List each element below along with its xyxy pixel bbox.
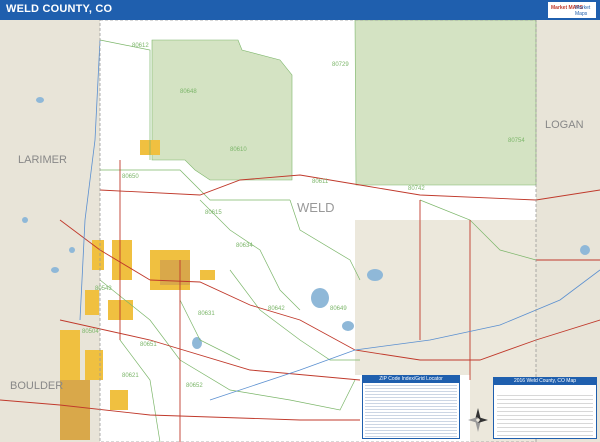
zip-label: 80754 <box>508 138 525 144</box>
zip-index-rows <box>365 385 457 437</box>
map-legend: 2016 Weld County, CO Map <box>493 377 597 439</box>
zip-label: 80631 <box>198 311 215 317</box>
grassland-east <box>354 20 537 186</box>
zip-label: 80621 <box>122 373 139 379</box>
legend-rows <box>497 392 593 436</box>
larimer-label: LARIMER <box>18 154 67 166</box>
zip-label: 80649 <box>330 306 347 312</box>
zip-label: 80648 <box>180 89 197 95</box>
zip-label: 80615 <box>205 210 222 216</box>
zip-label: 80543 <box>95 286 112 292</box>
zip-label: 80504 <box>82 329 99 335</box>
boulder-label: BOULDER <box>10 380 63 392</box>
zip-label: 80651 <box>140 342 157 348</box>
zip-label: 80610 <box>230 147 247 153</box>
logan-label: LOGAN <box>545 119 584 131</box>
zip-label: 80729 <box>332 62 349 68</box>
zip-label: 80650 <box>122 174 139 180</box>
zip-code-index-table: ZIP Code Index/Grid Locator <box>362 375 460 439</box>
zip-label: 80611 <box>312 179 329 185</box>
zip-index-title: ZIP Code Index/Grid Locator <box>363 376 459 383</box>
zip-label: 80612 <box>132 43 149 49</box>
map-title: WELD COUNTY, CO <box>6 3 113 15</box>
title-bar: WELD COUNTY, CO <box>0 0 600 20</box>
zip-label: 80742 <box>408 186 425 192</box>
publisher-logo-secondary: Market Maps <box>575 5 591 17</box>
zip-label: 80652 <box>186 383 203 389</box>
zip-label: 80642 <box>268 306 285 312</box>
north-arrow-icon <box>468 408 488 432</box>
zip-label: 80634 <box>236 243 253 249</box>
county-label: WELD <box>297 200 335 215</box>
legend-title: 2016 Weld County, CO Map <box>494 378 596 385</box>
grassland-west <box>151 39 293 181</box>
